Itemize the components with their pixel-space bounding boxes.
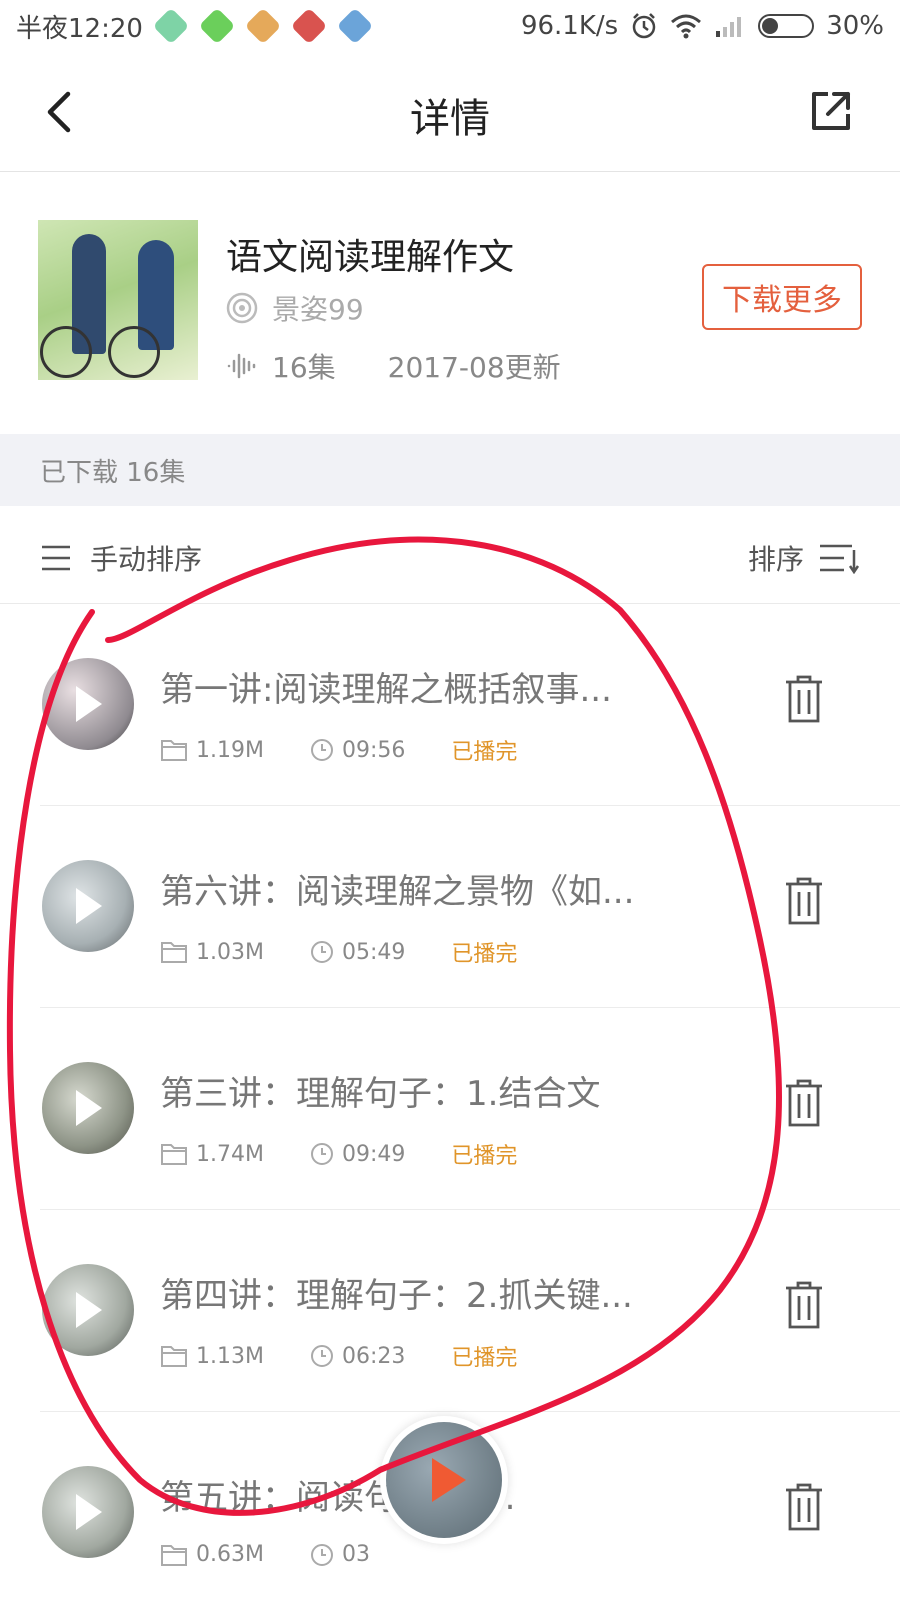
play-icon: [432, 1458, 466, 1502]
episode-thumbnail[interactable]: [42, 1062, 134, 1154]
app-notification-icon: [336, 7, 374, 45]
duration: 09:56: [341, 737, 406, 763]
file-size: 1.19M: [196, 737, 264, 763]
clock-icon: [310, 1143, 333, 1165]
app-notification-icon: [198, 7, 236, 45]
duration: 05:49: [341, 939, 406, 965]
episode-thumbnail[interactable]: [42, 658, 134, 750]
folder-icon: [161, 942, 187, 963]
episode-title: 第六讲：阅读理解之景物《如...: [160, 872, 635, 912]
sort-icon: [820, 544, 860, 574]
play-icon: [76, 888, 102, 924]
status-time: 半夜12:20: [16, 13, 143, 44]
downloaded-count-bar: 已下载 16集: [0, 434, 900, 506]
album-cover[interactable]: [38, 220, 198, 380]
file-size: 1.13M: [196, 1343, 264, 1369]
app-notification-icon: [244, 7, 282, 45]
wifi-icon: [671, 14, 702, 39]
trash-icon[interactable]: [784, 1482, 824, 1532]
album-title: 语文阅读理解作文: [226, 237, 515, 278]
played-status: 已播完: [451, 1144, 518, 1169]
duration: 06:23: [341, 1343, 406, 1369]
manual-sort-label: 手动排序: [90, 543, 203, 576]
trash-icon[interactable]: [784, 1280, 824, 1330]
episode-meta: 0.63M 03: [160, 1542, 416, 1567]
sort-label: 排序: [747, 543, 804, 576]
sort-bar: 手动排序 排序: [0, 506, 900, 604]
folder-icon: [161, 1544, 187, 1566]
clock-icon: [310, 739, 333, 761]
folder-icon: [161, 1346, 187, 1367]
episode-title: 第四讲：理解句子：2.抓关键...: [160, 1276, 633, 1316]
share-icon[interactable]: [808, 88, 854, 134]
menu-icon: [42, 545, 70, 571]
episode-count: 16集: [272, 351, 336, 384]
alarm-icon: [632, 13, 656, 39]
file-size: 0.63M: [196, 1542, 264, 1567]
audio-wave-icon: [227, 353, 256, 379]
folder-icon: [161, 740, 187, 761]
folder-icon: [161, 1144, 187, 1165]
play-icon: [76, 1090, 102, 1126]
played-status: 已播完: [451, 1346, 518, 1371]
file-size: 1.03M: [196, 939, 264, 965]
battery-icon: [758, 14, 815, 38]
episode-meta: 1.74M 09:49 已播完: [160, 1138, 517, 1170]
episode-title: 第一讲:阅读理解之概括叙事...: [160, 670, 612, 710]
manual-sort-button[interactable]: 手动排序: [40, 538, 202, 578]
download-more-button[interactable]: 下载更多: [702, 264, 862, 330]
clock-icon: [310, 1345, 333, 1367]
episode-thumbnail[interactable]: [42, 1264, 134, 1356]
played-status: 已播完: [451, 740, 518, 765]
play-icon: [76, 686, 102, 722]
episode-thumbnail[interactable]: [42, 1466, 134, 1558]
author-row[interactable]: 景姿99: [226, 288, 364, 328]
mini-player-button[interactable]: [386, 1422, 502, 1538]
downloaded-label: 已下载 16集: [40, 457, 186, 488]
duration: 03: [341, 1542, 370, 1567]
clock-icon: [310, 941, 333, 963]
trash-icon[interactable]: [784, 1078, 824, 1128]
app-notification-icon: [290, 7, 328, 45]
status-bar: 半夜12:20 96.1K/s 30%: [0, 0, 900, 52]
album-meta: 16集 2017-08更新: [226, 346, 561, 386]
episode-meta: 1.19M 09:56 已播完: [160, 734, 517, 766]
author-name: 景姿99: [272, 293, 364, 326]
status-right: 96.1K/s 30%: [521, 11, 884, 41]
status-left: 半夜12:20: [16, 7, 374, 45]
episode-title: 第三讲：理解句子：1.结合文: [160, 1074, 601, 1114]
episode-meta: 1.03M 05:49 已播完: [160, 936, 517, 968]
file-size: 1.74M: [196, 1141, 264, 1167]
play-icon: [76, 1292, 102, 1328]
podcast-icon: [226, 292, 258, 324]
played-status: 已播完: [451, 942, 518, 967]
battery-percent: 30%: [826, 11, 884, 41]
page-title: 详情: [410, 96, 490, 142]
duration: 09:49: [341, 1141, 406, 1167]
episode-row[interactable]: 第三讲：理解句子：1.结合文 1.74M 09:49 已播完: [0, 1008, 900, 1210]
update-date: 2017-08更新: [387, 351, 561, 384]
episode-row[interactable]: 第四讲：理解句子：2.抓关键... 1.13M 06:23 已播完: [0, 1210, 900, 1412]
sort-button[interactable]: 排序: [748, 538, 860, 578]
app-notification-icon: [152, 7, 190, 45]
episode-meta: 1.13M 06:23 已播完: [160, 1340, 517, 1372]
clock-icon: [310, 1543, 333, 1566]
album-header: 语文阅读理解作文 景姿99 16集 2017-08更新 下载更多: [0, 172, 900, 434]
navigation-bar: 详情: [0, 52, 900, 172]
signal-icon: [716, 17, 742, 37]
episode-row[interactable]: 第一讲:阅读理解之概括叙事... 1.19M 09:56 已播完: [0, 604, 900, 806]
play-icon: [76, 1494, 102, 1530]
network-speed: 96.1K/s: [520, 11, 619, 41]
episode-thumbnail[interactable]: [42, 860, 134, 952]
episode-row[interactable]: 第六讲：阅读理解之景物《如... 1.03M 05:49 已播完: [0, 806, 900, 1008]
trash-icon[interactable]: [784, 876, 824, 926]
trash-icon[interactable]: [784, 674, 824, 724]
